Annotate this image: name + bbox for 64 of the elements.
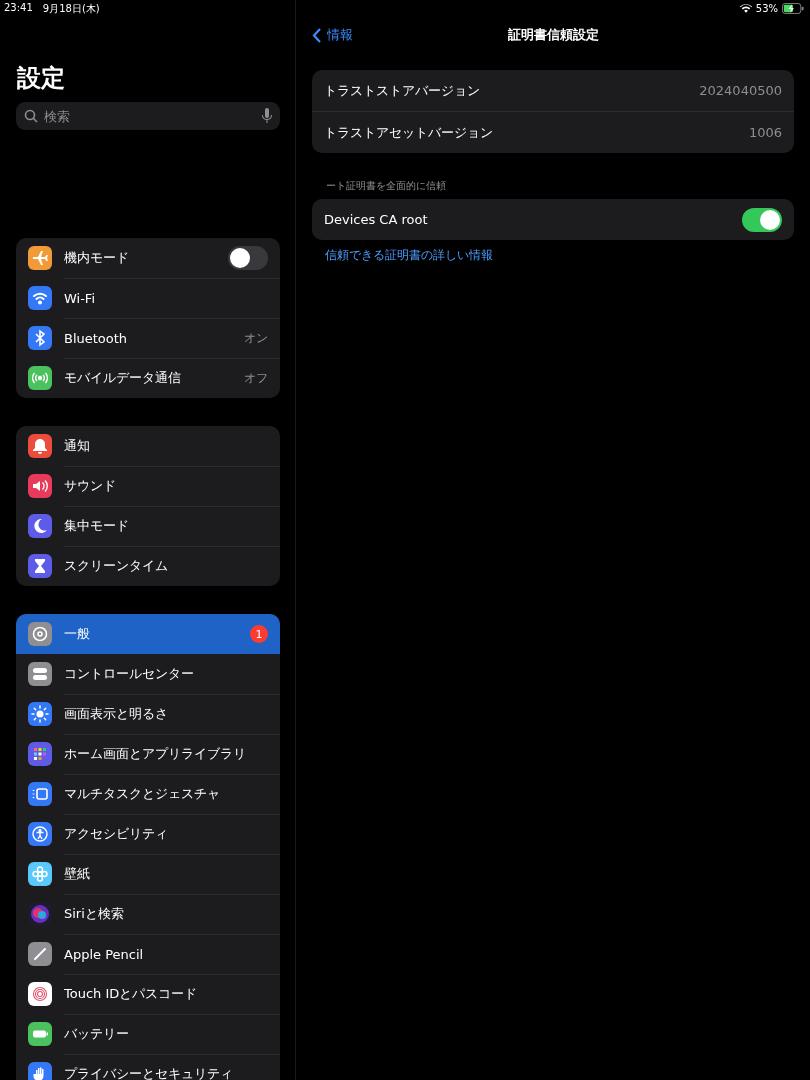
sidebar-item[interactable]: モバイルデータ通信 オフ: [16, 358, 280, 398]
search-field[interactable]: 検索: [16, 102, 280, 130]
item-label: 通知: [64, 437, 91, 455]
notification-badge: 1: [250, 625, 268, 643]
item-label: Wi-Fi: [64, 290, 96, 306]
toggle-switch[interactable]: [742, 207, 782, 232]
item-label: 集中モード: [64, 517, 130, 535]
sidebar-item[interactable]: スクリーンタイム: [16, 546, 280, 586]
sidebar-item[interactable]: マルチタスクとジェスチャ: [16, 774, 280, 814]
item-label: スクリーンタイム: [64, 557, 169, 575]
sidebar-item[interactable]: Touch IDとパスコード: [16, 974, 280, 1014]
item-label: 画面表示と明るさ: [64, 705, 169, 723]
sidebar-item[interactable]: 画面表示と明るさ: [16, 694, 280, 734]
battery-icon: [782, 2, 804, 14]
sidebar-item[interactable]: 集中モード: [16, 506, 280, 546]
item-label: Apple Pencil: [64, 946, 145, 962]
sidebar-item[interactable]: 通知: [16, 426, 280, 466]
item-label: サウンド: [64, 477, 117, 495]
sidebar-item[interactable]: サウンド: [16, 466, 280, 506]
sidebar-item[interactable]: 機内モード: [16, 238, 280, 278]
certificate-name: Devices CA root: [324, 212, 428, 227]
status-time: 23:41: [4, 2, 33, 15]
item-label: マルチタスクとジェスチャ: [64, 785, 221, 803]
item-label: アクセシビリティ: [64, 825, 169, 843]
item-label: Siriと検索: [64, 905, 125, 923]
sidebar-item[interactable]: 一般 1: [16, 614, 280, 654]
wifi-icon: [739, 3, 752, 13]
item-label: プライバシーとセキュリティ: [64, 1065, 234, 1080]
version-label: トラストストアバージョン: [324, 81, 480, 100]
info-link[interactable]: 信頼できる証明書の詳しい情報: [325, 247, 794, 264]
item-value: オフ: [244, 369, 268, 387]
sidebar-item[interactable]: Bluetooth オン: [16, 318, 280, 358]
sidebar-item[interactable]: アクセシビリティ: [16, 814, 280, 854]
chevron-left-icon: [312, 27, 321, 43]
back-button[interactable]: 情報: [306, 25, 359, 45]
sidebar-item[interactable]: コントロールセンター: [16, 654, 280, 694]
page-title: 証明書信頼設定: [507, 26, 599, 44]
item-label: 一般: [64, 625, 91, 643]
status-date: 9月18日(木): [42, 2, 100, 16]
item-label: 機内モード: [64, 249, 130, 267]
battery-percent: 53%: [755, 2, 778, 14]
item-label: バッテリー: [64, 1025, 130, 1043]
sidebar-item[interactable]: Siriと検索: [16, 894, 280, 934]
sidebar-item[interactable]: 壁紙: [16, 854, 280, 894]
item-value: オン: [244, 329, 268, 347]
section-header: ート証明書を全面的に信頼: [326, 179, 447, 193]
item-label: ホーム画面とアプリライブラリ: [64, 745, 247, 763]
sidebar-item[interactable]: ホーム画面とアプリライブラリ: [16, 734, 280, 774]
search-icon: [24, 109, 38, 123]
version-value: 2024040500: [699, 83, 782, 98]
sidebar-item[interactable]: Wi-Fi: [16, 278, 280, 318]
item-label: Bluetooth: [64, 330, 129, 346]
item-label: Touch IDとパスコード: [64, 985, 199, 1003]
sidebar-item[interactable]: プライバシーとセキュリティ: [16, 1054, 280, 1080]
sidebar-item[interactable]: バッテリー: [16, 1014, 280, 1054]
version-label: トラストアセットバージョン: [324, 123, 493, 142]
toggle-switch[interactable]: [228, 246, 268, 270]
item-label: モバイルデータ通信: [64, 369, 182, 387]
microphone-icon[interactable]: [262, 108, 272, 124]
settings-title: 設定: [17, 63, 66, 94]
version-value: 1006: [748, 125, 782, 140]
item-label: コントロールセンター: [64, 665, 195, 683]
sidebar-item[interactable]: Apple Pencil: [16, 934, 280, 974]
item-label: 壁紙: [64, 865, 91, 883]
